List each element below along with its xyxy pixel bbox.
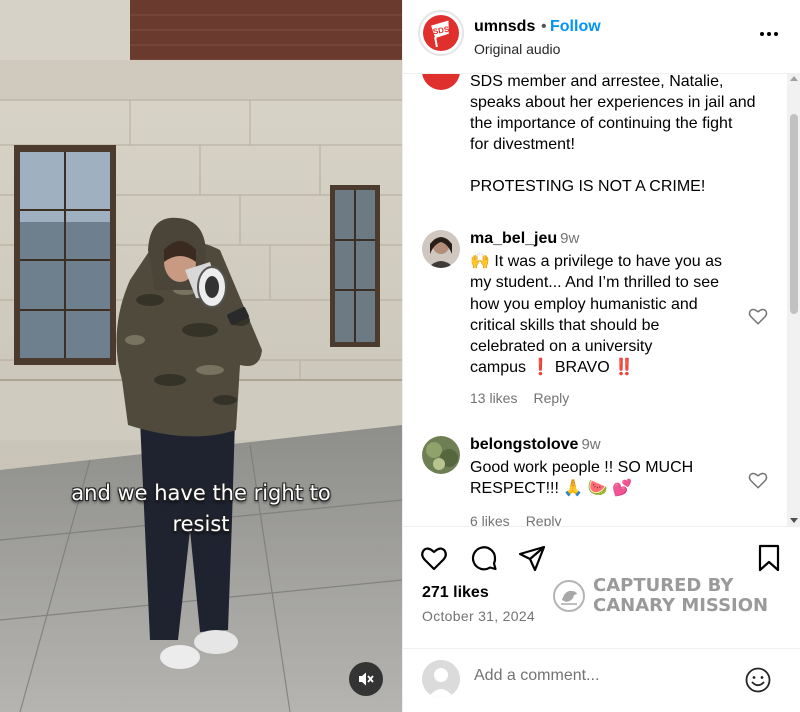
comments-scrollbar[interactable] (787, 74, 800, 526)
comment-line: celebrated on a university (470, 338, 653, 356)
separator-dot: • (541, 18, 547, 35)
mute-button[interactable] (349, 662, 383, 696)
post-actions: 271 likes October 31, 2024 CAPTURED BY C… (403, 526, 800, 648)
scroll-thumb[interactable] (790, 114, 798, 314)
avatar[interactable]: SDS (418, 10, 464, 56)
comment-line: my student... And I’m thrilled to see (470, 274, 720, 292)
comment-likes[interactable]: 13 likes (470, 390, 517, 406)
comment-text: 🙌 It was a privilege to have you as my s… (470, 251, 722, 379)
scroll-down-arrow-icon[interactable] (790, 518, 798, 523)
comment-username[interactable]: ma_bel_jeu 9w (470, 230, 579, 248)
video-frame (0, 0, 402, 712)
post-panel: SDS umnsds • Follow Original audio SDS m… (402, 0, 800, 712)
comment-time: 9w (560, 230, 580, 247)
speaker-muted-icon (359, 672, 374, 686)
caption-line: and we have the right to (71, 481, 331, 505)
heart-icon[interactable] (747, 469, 769, 491)
heart-icon[interactable] (747, 305, 769, 327)
comment-line: 🙌 It was a privilege to have you as (470, 253, 723, 270)
caption-line: speaks about her experiences in jail and (470, 94, 756, 111)
comment-meta: 6 likes Reply (470, 513, 561, 526)
post-date: October 31, 2024 (422, 608, 535, 624)
caption-line: PROTESTING IS NOT A CRIME! (470, 178, 706, 195)
caption-line (470, 155, 770, 176)
canary-bird-icon (553, 580, 585, 612)
comment-input[interactable] (474, 667, 724, 685)
comments-list[interactable]: SDS member and arrestee, Natalie, speaks… (403, 74, 787, 526)
comment-line: campus ❗ BRAVO ‼️ (470, 359, 635, 377)
watermark-line: CANARY MISSION (593, 595, 769, 616)
caption-avatar[interactable] (422, 74, 460, 90)
comment-time: 9w (581, 436, 601, 453)
caption-line: SDS member and arrestee, Natalie, (470, 74, 724, 90)
comment-line: critical skills that should be (470, 316, 660, 334)
caption-line: resist (172, 512, 230, 536)
audio-label[interactable]: Original audio (474, 41, 560, 57)
watermark-line: CAPTURED BY (593, 575, 734, 596)
likes-count[interactable]: 271 likes (422, 584, 489, 602)
comment-text: Good work people !! SO MUCH RESPECT!!! 🙏… (470, 457, 693, 500)
share-icon[interactable] (517, 543, 547, 573)
watermark: CAPTURED BY CANARY MISSION (553, 575, 783, 623)
post-username[interactable]: umnsds (474, 18, 535, 36)
post-header: SDS umnsds • Follow Original audio (403, 0, 800, 74)
flag-logo-icon: SDS (431, 20, 451, 48)
commenter-photo (422, 436, 460, 474)
comment-line: RESPECT!!! 🙏 🍉 💕 (470, 480, 633, 498)
comment-likes[interactable]: 6 likes (470, 513, 510, 526)
post-caption: SDS member and arrestee, Natalie, speaks… (470, 74, 770, 197)
add-comment-bar (403, 648, 800, 712)
caption-line: for divestment! (470, 136, 575, 153)
comment-username[interactable]: belongstolove 9w (470, 436, 601, 454)
follow-button[interactable]: Follow (550, 18, 601, 36)
comment-meta: 13 likes Reply (470, 390, 569, 406)
bookmark-icon[interactable] (754, 543, 784, 573)
avatar-text: SDS (432, 25, 450, 37)
scroll-up-arrow-icon[interactable] (790, 76, 798, 81)
comment-line: how you employ humanistic and (470, 295, 698, 313)
commenter-avatar[interactable] (422, 230, 460, 268)
user-avatar[interactable] (422, 660, 460, 698)
commenter-avatar[interactable] (422, 436, 460, 474)
emoji-icon[interactable] (744, 666, 772, 694)
reply-button[interactable]: Reply (533, 390, 569, 406)
heart-icon[interactable] (419, 543, 449, 573)
default-avatar-icon (422, 660, 460, 698)
username-text[interactable]: belongstolove (470, 436, 578, 453)
commenter-photo (422, 230, 460, 268)
video-caption: and we have the right to resist (0, 478, 402, 540)
reply-button[interactable]: Reply (526, 513, 562, 526)
video-player[interactable]: and we have the right to resist (0, 0, 402, 712)
caption-line: the importance of continuing the fight (470, 115, 733, 132)
sds-logo: SDS (423, 15, 459, 51)
username-text[interactable]: ma_bel_jeu (470, 230, 557, 247)
more-options-icon[interactable] (755, 20, 783, 48)
comment-icon[interactable] (469, 543, 499, 573)
comment-line: Good work people !! SO MUCH (470, 459, 694, 476)
